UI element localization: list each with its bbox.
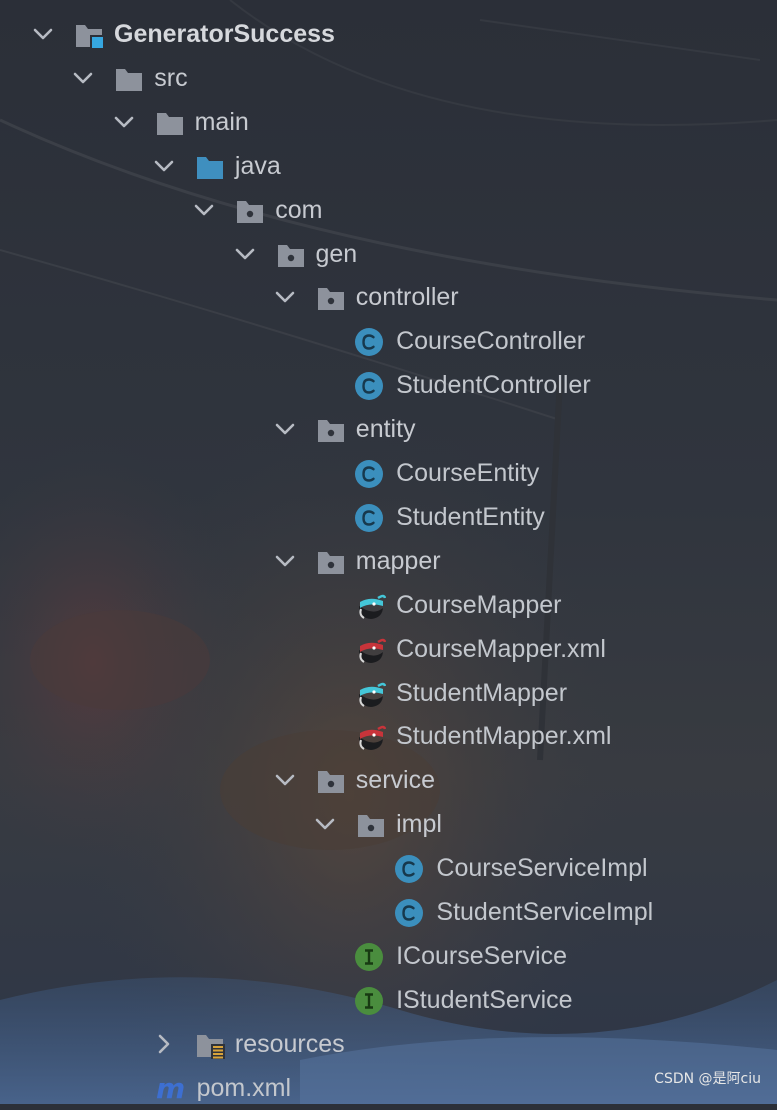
class-icon (355, 503, 384, 532)
tree-row-studentcontroller[interactable]: StudentController (0, 363, 777, 407)
mybatis-xml-icon (359, 726, 387, 751)
resources-folder-icon (196, 1034, 225, 1059)
tree-row-src[interactable]: src (0, 56, 777, 100)
tree-row-label: controller (355, 283, 459, 312)
folder-icon (156, 112, 183, 135)
tree-row-java[interactable]: java (0, 144, 777, 188)
tree-row-impl[interactable]: impl (0, 802, 777, 846)
class-icon (355, 372, 384, 401)
tree-row-label: service (355, 766, 435, 795)
chevron-down-icon[interactable] (72, 68, 94, 88)
tree-row-label: entity (355, 415, 416, 444)
chevron-down-icon[interactable] (234, 244, 256, 264)
tree-row-label: CourseController (396, 327, 586, 356)
chevron-down-icon[interactable] (193, 200, 215, 220)
tree-row-coursemapper-xml[interactable]: CourseMapper.xml (0, 627, 777, 671)
tree-row-label: gen (315, 239, 358, 268)
tree-row-label: CourseServiceImpl (436, 854, 648, 883)
tree-row-com[interactable]: com (0, 188, 777, 232)
tree-row-label: ICourseService (396, 941, 567, 970)
tree-row-label: resources (234, 1029, 345, 1058)
tree-row-label: java (234, 151, 281, 180)
package-icon (317, 771, 344, 794)
module-folder-icon (76, 25, 104, 49)
package-icon (317, 420, 344, 443)
tree-row-entity[interactable]: entity (0, 407, 777, 451)
tree-row-service[interactable]: service (0, 758, 777, 802)
tree-row-label: StudentServiceImpl (436, 898, 654, 926)
tree-row-studententity[interactable]: StudentEntity (0, 495, 777, 539)
tree-row-controller[interactable]: controller (0, 275, 777, 319)
interface-icon (355, 942, 384, 971)
class-icon (355, 328, 384, 357)
tree-row-label: CourseMapper.xml (396, 634, 606, 663)
tree-row-studentmapper-xml[interactable]: StudentMapper.xml (0, 714, 777, 758)
chevron-down-icon[interactable] (153, 156, 175, 176)
package-icon (317, 551, 344, 574)
tree-row-istudentservice[interactable]: IStudentService (0, 978, 777, 1022)
mybatis-mapper-icon (359, 594, 387, 619)
source-folder-icon (196, 156, 223, 179)
chevron-right-icon[interactable] (153, 1034, 175, 1054)
tree-row-mapper[interactable]: mapper (0, 539, 777, 583)
tree-row-coursemapper[interactable]: CourseMapper (0, 583, 777, 627)
package-icon (237, 200, 264, 223)
tree-row-label: com (275, 195, 323, 224)
tree-row-label: src (154, 63, 188, 92)
tree-row-gen[interactable]: gen (0, 232, 777, 276)
tree-row-label: impl (396, 810, 442, 839)
tree-row-label: main (194, 107, 249, 136)
partial-row-fragment (148, 0, 168, 4)
tree-row-studentserviceimpl[interactable]: StudentServiceImpl (0, 890, 777, 934)
tree-row-label: GeneratorSuccess (114, 20, 335, 48)
class-icon (395, 899, 424, 927)
mybatis-mapper-icon (359, 682, 387, 707)
tree-row-label: StudentController (396, 371, 591, 400)
tree-row-label: IStudentService (396, 985, 573, 1014)
tree-row-main[interactable]: main (0, 100, 777, 144)
tree-row-label: mapper (355, 546, 441, 575)
maven-pom-icon: m (156, 1075, 185, 1103)
chevron-down-icon[interactable] (274, 287, 296, 307)
tree-row-coursecontroller[interactable]: CourseController (0, 319, 777, 363)
chevron-down-icon[interactable] (32, 24, 54, 44)
tree-row-label: StudentMapper.xml (396, 722, 612, 751)
tree-row-courseentity[interactable]: CourseEntity (0, 451, 777, 495)
class-icon (355, 460, 384, 488)
tree-row-studentmapper[interactable]: StudentMapper (0, 671, 777, 715)
tree-row-label: pom.xml (196, 1073, 292, 1102)
package-icon (277, 244, 304, 267)
tree-row-label: StudentMapper (396, 678, 568, 707)
tree-row-icourseservice[interactable]: ICourseService (0, 934, 777, 978)
project-tree[interactable]: GeneratorSuccess src main java com gen control… (0, 0, 777, 1104)
chevron-down-icon[interactable] (274, 770, 296, 790)
mybatis-xml-icon (359, 638, 387, 663)
tree-row-label: StudentEntity (396, 502, 545, 531)
svg-text:m: m (156, 1075, 185, 1103)
chevron-down-icon[interactable] (274, 419, 296, 439)
interface-icon (355, 986, 384, 1015)
class-icon (395, 855, 424, 884)
tree-row-label: CourseMapper (396, 590, 562, 619)
chevron-down-icon[interactable] (314, 814, 336, 834)
package-icon (358, 815, 385, 838)
folder-icon (116, 68, 143, 91)
package-icon (317, 288, 344, 311)
tree-row-label: CourseEntity (396, 459, 540, 487)
tree-row-courseserviceimpl[interactable]: CourseServiceImpl (0, 846, 777, 890)
chevron-down-icon[interactable] (113, 112, 135, 132)
tree-row-resources[interactable]: resources (0, 1022, 777, 1066)
chevron-down-icon[interactable] (274, 551, 296, 571)
tree-row-generatorsuccess[interactable]: GeneratorSuccess (0, 12, 777, 56)
watermark-text: CSDN @是阿ciu (654, 1071, 761, 1087)
